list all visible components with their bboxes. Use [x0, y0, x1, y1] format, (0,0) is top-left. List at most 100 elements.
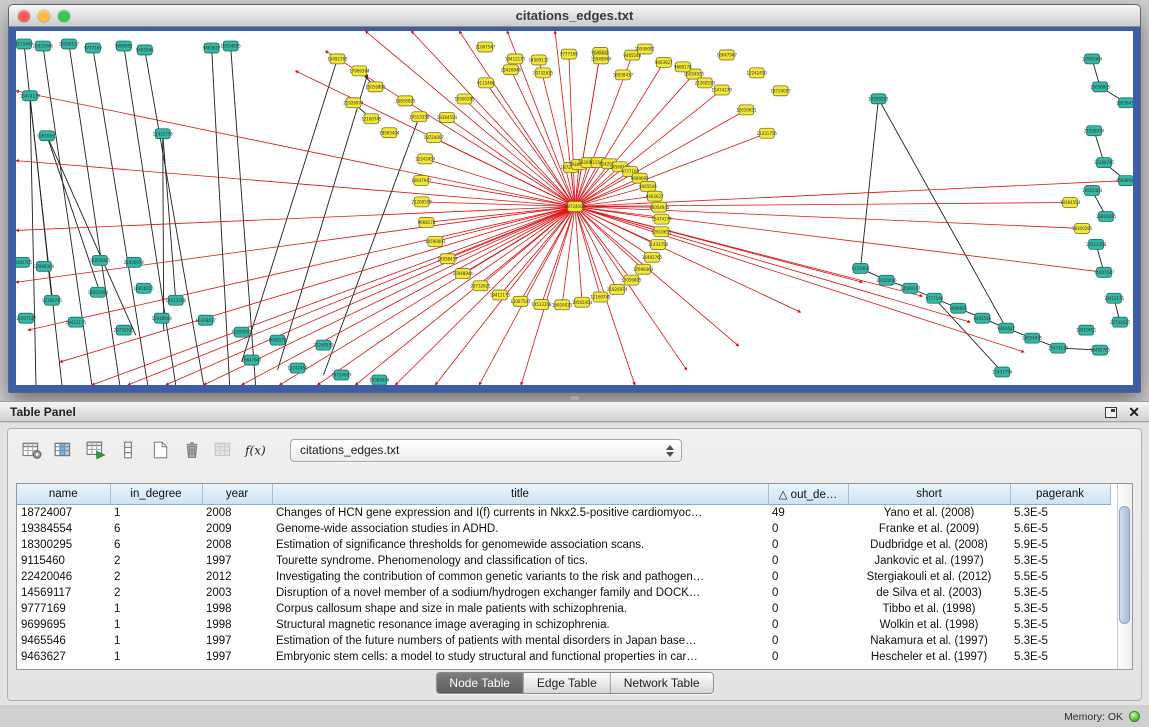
- cell-title: Embryonic stem cells: a model to study s…: [272, 649, 768, 665]
- table-row[interactable]: 1872400712008Changes of HCN gene express…: [17, 504, 1110, 521]
- graph-node-label: 20732625: [114, 328, 135, 333]
- column-header-in-degree[interactable]: in_degree: [110, 484, 202, 504]
- graph-node-label: 17999364: [34, 264, 55, 269]
- close-panel-icon[interactable]: ✕: [1128, 405, 1140, 419]
- table-row[interactable]: 946554611997Estimation of the future num…: [17, 633, 1110, 649]
- zoom-button[interactable]: [58, 10, 70, 22]
- column-header-name[interactable]: name: [17, 484, 110, 504]
- function-icon[interactable]: f(x): [242, 437, 269, 463]
- graph-node-label: 22420046: [876, 278, 897, 283]
- graph-node-label: 11431756: [757, 131, 778, 136]
- graph-node-label: 21260559: [695, 80, 716, 85]
- table-panel-body: f(x) citations_edges.txt namein_degreeye…: [0, 423, 1149, 705]
- graph-node-label: 9465546: [136, 48, 154, 53]
- column-header-out-degree[interactable]: △ out_de…: [768, 484, 848, 504]
- combo-arrows-icon: [666, 445, 674, 457]
- minimize-button[interactable]: [38, 10, 50, 22]
- network-canvas[interactable]: 1872400719384554183002959115460224200461…: [16, 31, 1133, 385]
- column-header-short[interactable]: short: [848, 484, 1010, 504]
- graph-node-label: 15948944: [453, 271, 474, 276]
- float-panel-icon[interactable]: [1105, 407, 1117, 418]
- network-window: citations_edges.txt 18724007193845541830…: [8, 4, 1141, 393]
- graph-edge: [47, 136, 136, 335]
- graph-node-label: 19412175: [505, 57, 526, 62]
- import-table-icon[interactable]: [210, 437, 237, 463]
- table-source-select[interactable]: citations_edges.txt: [290, 439, 682, 462]
- graph-node-label: 11431756: [992, 370, 1013, 375]
- graph-node-label: 15056805: [621, 278, 642, 283]
- network-view[interactable]: 1872400719384554183002959115460224200461…: [16, 31, 1133, 385]
- graph-node-label: 18724007: [331, 373, 352, 378]
- cell-title: Estimation of significance thresholds fo…: [272, 537, 768, 553]
- graph-node-label: 9777169: [560, 52, 578, 57]
- cell-title: Disruption of a novel member of a sodium…: [272, 585, 768, 601]
- table-row[interactable]: 1830029562008Estimation of significance …: [17, 537, 1110, 553]
- graph-node-label: 9463627: [655, 60, 673, 65]
- column-header-pagerank[interactable]: pagerank: [1010, 484, 1110, 504]
- cell-short: Nakamura et al. (1997): [848, 633, 1010, 649]
- graph-edge: [569, 54, 575, 206]
- table-scrollbar[interactable]: [1117, 484, 1132, 669]
- graph-node-label: 12160745: [1094, 160, 1115, 165]
- graph-node-label: 12242450: [287, 366, 308, 371]
- graph-node-label: 19412175: [490, 293, 511, 298]
- cell-out-degree: 0: [768, 601, 848, 617]
- rows-icon[interactable]: [114, 437, 141, 463]
- table-row[interactable]: 946362711997Embryonic stem cells: a mode…: [17, 649, 1110, 665]
- column-header-title[interactable]: title: [272, 484, 768, 504]
- column-header-year[interactable]: year: [202, 484, 272, 504]
- graph-edge: [575, 133, 767, 206]
- cell-pagerank: 5.3E-5: [1010, 617, 1110, 633]
- cell-in-degree: 6: [110, 537, 202, 553]
- cell-in-degree: 2: [110, 585, 202, 601]
- panel-resize-handle[interactable]: [570, 396, 579, 400]
- cell-out-degree: 49: [768, 504, 848, 521]
- new-table-icon[interactable]: [146, 437, 173, 463]
- graph-edge: [47, 136, 100, 293]
- close-button[interactable]: [18, 10, 30, 22]
- graph-node-label: 11007547: [1094, 270, 1115, 275]
- graph-node-label: 21926974: [1084, 128, 1105, 133]
- table-row[interactable]: 911546021997Tourette syndrome. Phenomeno…: [17, 553, 1110, 569]
- tab-edge-table[interactable]: Edge Table: [524, 673, 611, 693]
- graph-node-label: 9777169: [925, 296, 943, 301]
- graph-node-label: 16054935: [649, 205, 670, 210]
- table-export-icon[interactable]: [82, 437, 109, 463]
- table-columns-icon[interactable]: [50, 437, 77, 463]
- delete-table-icon[interactable]: [178, 437, 205, 463]
- graph-node-label: 16938437: [437, 256, 458, 261]
- graph-edge: [575, 172, 630, 207]
- graph-node-label: 14513358: [531, 302, 552, 307]
- graph-edge: [562, 207, 575, 305]
- cell-year: 2008: [202, 504, 272, 521]
- table-settings-icon[interactable]: [18, 437, 45, 463]
- graph-node-label: 15474179: [1048, 346, 1069, 351]
- cell-short: Tibbo et al. (1998): [848, 601, 1010, 617]
- graph-node-label: 14513358: [409, 114, 430, 119]
- graph-node-label: 9115460: [852, 266, 870, 271]
- table-row[interactable]: 977716911998Corpus callosum shape and si…: [17, 601, 1110, 617]
- cell-pagerank: 5.3E-5: [1010, 601, 1110, 617]
- graph-edge: [878, 99, 1006, 328]
- graph-edge: [212, 48, 230, 385]
- cell-name: 9115460: [17, 553, 110, 569]
- graph-node-label: 19384554: [437, 115, 458, 120]
- graph-node-label: 19565404: [1082, 188, 1103, 193]
- cell-year: 1998: [202, 617, 272, 633]
- table-row[interactable]: 1456911722003Disruption of a novel membe…: [17, 585, 1110, 601]
- tab-node-table[interactable]: Node Table: [436, 673, 524, 693]
- graph-edge: [575, 74, 694, 206]
- status-bar: Memory: OK: [0, 705, 1149, 727]
- graph-node-label: 19565404: [88, 290, 109, 295]
- table-row[interactable]: 2242004622012Investigating the contribut…: [17, 569, 1110, 585]
- tab-network-table[interactable]: Network Table: [611, 673, 713, 693]
- cell-out-degree: 0: [768, 569, 848, 585]
- graph-edge: [278, 75, 368, 370]
- table-row[interactable]: 1938455462009Genome-wide association stu…: [17, 521, 1110, 537]
- graph-edge: [16, 207, 575, 231]
- cell-pagerank: 5.6E-5: [1010, 521, 1110, 537]
- graph-node-label: 9668178: [674, 64, 692, 69]
- window-titlebar[interactable]: citations_edges.txt: [9, 5, 1140, 27]
- scrollbar-thumb[interactable]: [1119, 506, 1130, 624]
- table-row[interactable]: 969969511998Structural magnetic resonanc…: [17, 617, 1110, 633]
